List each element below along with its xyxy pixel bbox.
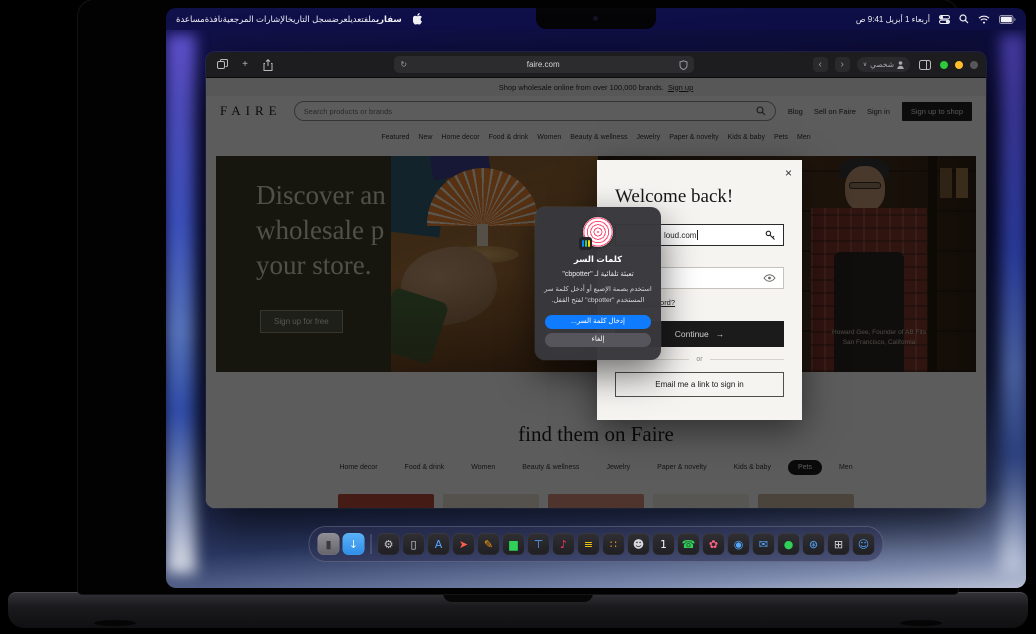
menu-item[interactable]: مساعدة	[176, 14, 205, 24]
new-tab-icon[interactable]: +	[237, 57, 253, 73]
menu-item[interactable]: عرض	[332, 14, 348, 24]
spotlight-search-icon[interactable]	[959, 14, 969, 24]
dock-icon-rocket[interactable]: ➤	[452, 533, 475, 555]
dock-apps: ⚙ ▯ A ➤ ✎ ▆ ⊤ ♪ ≡ ∷ ☻ 1 ☎ ✿ ◉ ✉ ● ⊛ ⊞ ☺	[377, 533, 875, 555]
dock-icon-downloads-folder[interactable]: ↓	[342, 533, 365, 555]
chevron-down-icon: ∨	[862, 62, 868, 68]
dock-icon-reminders[interactable]: ∷	[602, 533, 625, 555]
extension-shield-icon[interactable]	[679, 59, 688, 70]
dock-icon-pages[interactable]: ✎	[477, 533, 500, 555]
lid-groove	[443, 593, 593, 602]
dialog-title: كلمات السر	[573, 254, 623, 264]
dock-icon-stocks[interactable]: ▆	[502, 533, 525, 555]
dock-icon-app-store[interactable]: A	[427, 533, 450, 555]
touchid-dialog: كلمات السر تعبئة تلقائية لـ "cbpotter" ا…	[535, 207, 661, 360]
profile-button[interactable]: شخصي ∨	[856, 57, 910, 72]
tab-overview-icon[interactable]	[214, 57, 230, 73]
url-text: faire.com	[526, 60, 560, 69]
dock-separator	[370, 534, 372, 554]
laptop-foot	[94, 620, 136, 626]
clock[interactable]: أربعاء 1 أبريل 9:41 ص	[856, 15, 930, 24]
dock-icon-music[interactable]: ♪	[552, 533, 575, 555]
toolbar-right: ‹ › شخصي ∨	[812, 57, 978, 73]
wallpaper-streak	[166, 34, 196, 574]
dock-icon-messages[interactable]: ●	[777, 533, 800, 555]
traffic-light-close[interactable]	[969, 60, 978, 69]
laptop-foot	[900, 620, 942, 626]
passwords-app-badge-icon	[579, 237, 592, 250]
touchid-fingerprint-icon	[579, 217, 613, 250]
enter-password-button[interactable]: إدخال كلمة السر...	[545, 315, 651, 330]
dock-icon-launchpad[interactable]: ⊞	[827, 533, 850, 555]
traffic-light-minimize[interactable]	[954, 60, 963, 69]
dock-icon-phone[interactable]: ☎	[677, 533, 700, 555]
forward-button[interactable]: ›	[834, 57, 850, 72]
reload-icon[interactable]: ↻	[400, 60, 407, 69]
dock-icon-safari[interactable]: ⊛	[802, 533, 825, 555]
dock-icon-keynote[interactable]: ⊤	[527, 533, 550, 555]
dialog-subtitle: تعبئة تلقائية لـ "cbpotter"	[562, 271, 634, 278]
menu-item[interactable]: ملف	[364, 14, 376, 24]
apple-menu-icon[interactable]	[412, 13, 423, 25]
menu-item[interactable]: سفاري	[376, 14, 402, 24]
control-center-icon[interactable]	[939, 14, 950, 24]
wallpaper-streak	[1000, 34, 1026, 574]
menu-item[interactable]: الإشارات المرجعية	[223, 14, 288, 24]
dock: ▮ ↓ ⚙ ▯ A ➤ ✎ ▆ ⊤ ♪ ≡ ∷ ☻ 1 ☎ ✿ ◉ ✉ ● ⊛ …	[308, 526, 884, 562]
camera-notch	[536, 8, 656, 29]
email-value: loud.com	[664, 230, 697, 240]
dock-icon-settings[interactable]: ⚙	[377, 533, 400, 555]
arrow-right-icon: →	[715, 329, 725, 339]
dock-icon-calendar[interactable]: 1	[652, 533, 675, 555]
dock-icon-trash[interactable]: ▮	[317, 533, 340, 555]
safari-window: + ↻ faire.com ‹ › شخصي ∨ × Welcome back!…	[206, 52, 986, 508]
dock-icon-photos[interactable]: ✿	[702, 533, 725, 555]
dock-left: ▮ ↓	[317, 533, 365, 555]
sidebar-icon[interactable]	[917, 57, 933, 73]
address-bar[interactable]: ↻ faire.com	[394, 56, 695, 73]
show-password-eye-icon[interactable]	[763, 274, 776, 282]
dialog-body: استخدم بصمة الإصبع أو أدخل كلمة سر المست…	[544, 286, 652, 304]
dock-icon-contacts[interactable]: ☻	[627, 533, 650, 555]
dock-icon-iphone-mirroring[interactable]: ▯	[402, 533, 425, 555]
laptop-screen-bezel: سفاريملفتعديلعرضسجل التاريخالإشارات المر…	[78, 0, 1026, 594]
display: سفاريملفتعديلعرضسجل التاريخالإشارات المر…	[166, 8, 1026, 588]
menu-bar-status: أربعاء 1 أبريل 9:41 ص	[856, 14, 1016, 24]
traffic-light-zoom[interactable]	[939, 60, 948, 69]
safari-toolbar: + ↻ faire.com ‹ › شخصي ∨	[206, 52, 986, 78]
back-button[interactable]: ‹	[812, 57, 828, 72]
text-caret	[697, 230, 699, 240]
camera-dot	[593, 16, 598, 21]
menu-item[interactable]: نافذة	[205, 14, 223, 24]
share-icon[interactable]	[260, 57, 276, 73]
dock-icon-maps[interactable]: ◉	[727, 533, 750, 555]
close-icon[interactable]: ×	[785, 166, 792, 180]
autofill-key-icon[interactable]	[765, 230, 776, 241]
macbook-screenshot: سفاريملفتعديلعرضسجل التاريخالإشارات المر…	[0, 0, 1036, 634]
battery-icon[interactable]	[999, 14, 1016, 24]
modal-title: Welcome back!	[615, 186, 734, 207]
dock-icon-mail[interactable]: ✉	[752, 533, 775, 555]
cancel-button[interactable]: إلغاء	[545, 333, 651, 348]
menu-item[interactable]: سجل التاريخ	[288, 14, 332, 24]
email-link-button[interactable]: Email me a link to sign in	[615, 372, 784, 397]
dock-icon-notes[interactable]: ≡	[577, 533, 600, 555]
faire-page: Shop wholesale online from over 100,000 …	[206, 78, 986, 508]
menu-item[interactable]: تعديل	[348, 14, 364, 24]
laptop-base	[8, 592, 1028, 628]
dock-icon-finder[interactable]: ☺	[852, 533, 875, 555]
wifi-icon[interactable]	[978, 15, 990, 24]
menu-bar-menus: سفاريملفتعديلعرضسجل التاريخالإشارات المر…	[176, 13, 423, 25]
